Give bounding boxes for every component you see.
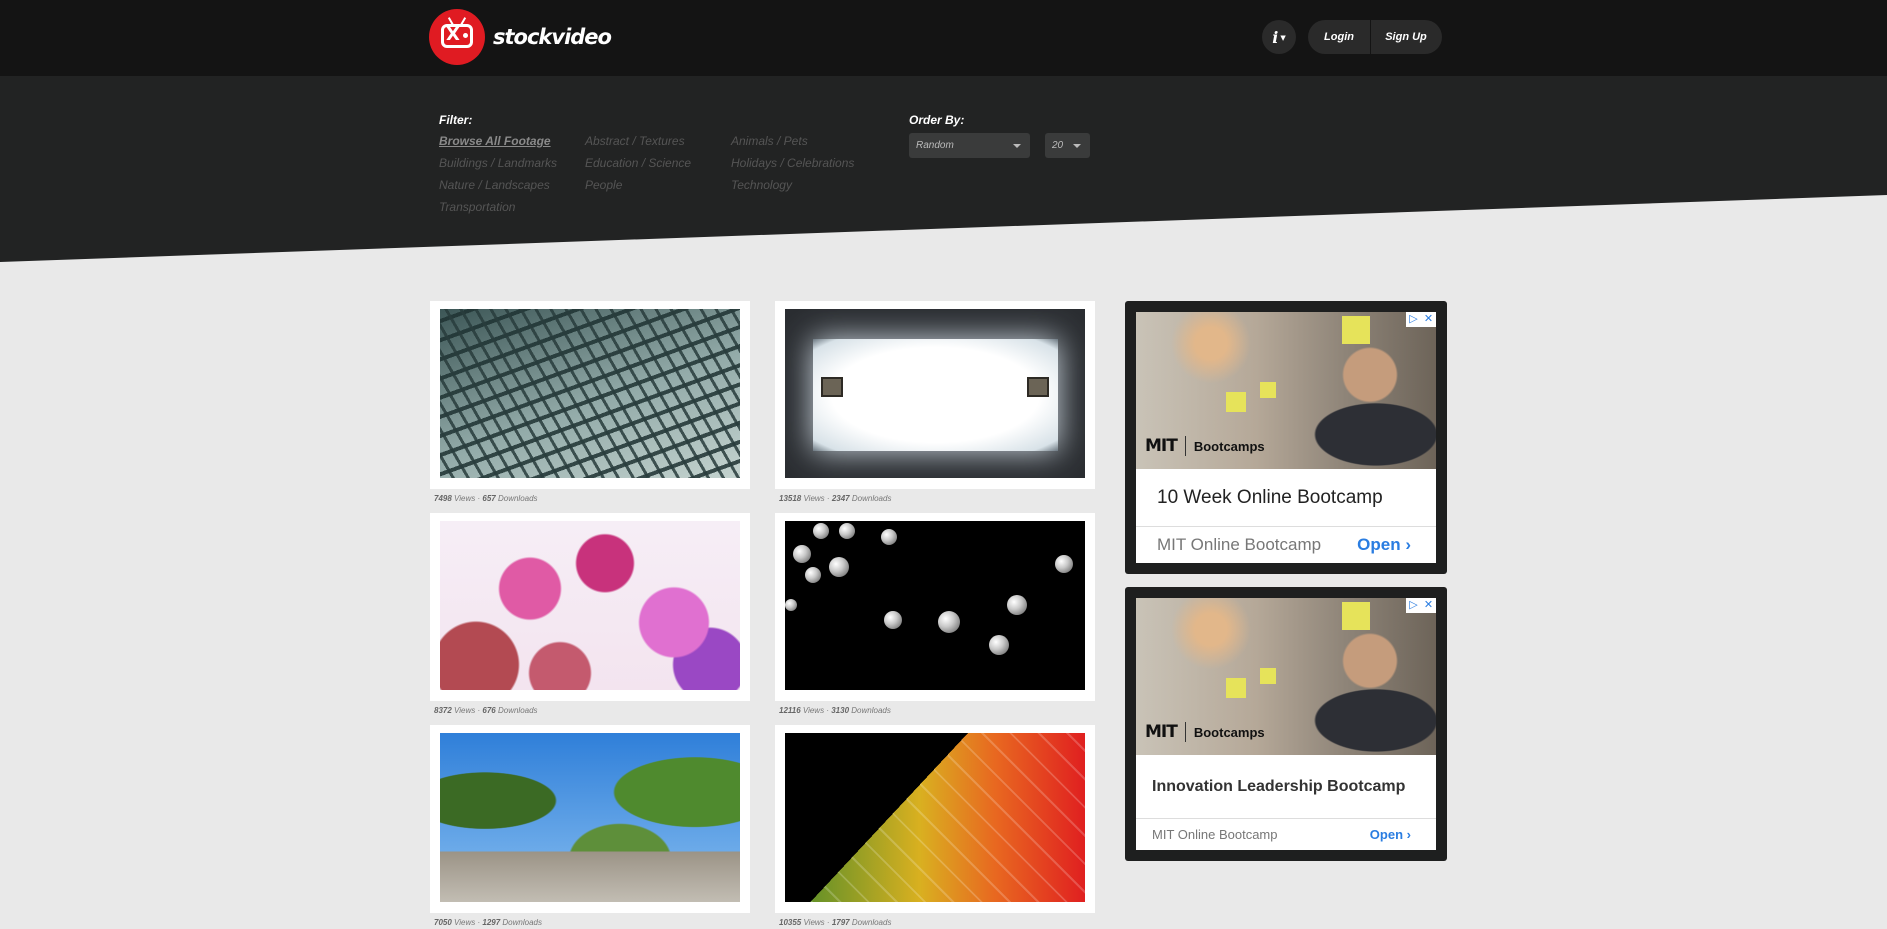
video-card[interactable] <box>430 301 750 489</box>
login-button[interactable]: Login <box>1308 20 1371 54</box>
ad-open-button[interactable]: Open › <box>1370 827 1411 842</box>
results-count-select[interactable]: 20 <box>1045 133 1090 158</box>
ad-brand: MIT Bootcamps <box>1145 436 1265 456</box>
filter-browse-all[interactable]: Browse All Footage <box>439 134 551 148</box>
ad-brand-name: Bootcamps <box>1193 724 1265 740</box>
video-card[interactable] <box>775 725 1095 913</box>
info-icon: i <box>1272 27 1279 47</box>
filter-people[interactable]: People <box>585 178 622 192</box>
adchoices-icon[interactable]: ▷ <box>1406 598 1421 613</box>
chevron-right-icon: › <box>1405 535 1411 554</box>
close-icon[interactable]: ✕ <box>1421 598 1436 613</box>
sort-order-value: Random <box>916 140 954 151</box>
auth-buttons: Login Sign Up <box>1308 20 1442 54</box>
ad-banner: MIT Bootcamps ▷ ✕ Innovation Leadership … <box>1125 587 1447 861</box>
ad-source: MIT Online Bootcamp <box>1152 827 1278 842</box>
filter-holidays-celebrations[interactable]: Holidays / Celebrations <box>731 156 854 170</box>
top-bar: X stockvideo i ▼ Login Sign Up <box>0 0 1887 76</box>
video-card[interactable] <box>775 513 1095 701</box>
ad-image[interactable]: MIT Bootcamps ▷ ✕ <box>1136 598 1436 755</box>
video-stats: 10355 Views · 1797 Downloads <box>779 918 892 927</box>
signup-button[interactable]: Sign Up <box>1371 31 1441 43</box>
video-thumbnail[interactable] <box>440 521 740 690</box>
adchoices-icon[interactable]: ▷ <box>1406 312 1421 327</box>
ad-content[interactable]: MIT Bootcamps ▷ ✕ 10 Week Online Bootcam… <box>1136 312 1436 563</box>
ad-open-button[interactable]: Open › <box>1357 535 1411 555</box>
logo-text: stockvideo <box>493 25 612 49</box>
ad-controls: ▷ ✕ <box>1406 598 1436 613</box>
chevron-right-icon: › <box>1406 827 1411 842</box>
ad-controls: ▷ ✕ <box>1406 312 1436 327</box>
filter-abstract-textures[interactable]: Abstract / Textures <box>585 134 685 148</box>
video-thumbnail[interactable] <box>440 309 740 478</box>
ad-footer[interactable]: MIT Online Bootcamp Open › <box>1136 818 1436 850</box>
filter-transportation[interactable]: Transportation <box>439 200 515 214</box>
video-thumbnail[interactable] <box>440 733 740 902</box>
video-card[interactable] <box>775 301 1095 489</box>
ad-headline[interactable]: 10 Week Online Bootcamp <box>1136 469 1436 526</box>
info-menu-button[interactable]: i ▼ <box>1262 20 1296 54</box>
ad-footer[interactable]: MIT Online Bootcamp Open › <box>1136 526 1436 563</box>
filter-band <box>0 76 1887 262</box>
filter-nature-landscapes[interactable]: Nature / Landscapes <box>439 178 550 192</box>
ad-brand: MIT Bootcamps <box>1145 722 1265 742</box>
ad-banner: MIT Bootcamps ▷ ✕ 10 Week Online Bootcam… <box>1125 301 1447 574</box>
filter-title: Filter: <box>439 113 473 127</box>
mit-logo: MIT <box>1145 722 1178 742</box>
filter-buildings-landmarks[interactable]: Buildings / Landmarks <box>439 156 557 170</box>
video-card[interactable] <box>430 513 750 701</box>
results-count-value: 20 <box>1052 140 1064 151</box>
ad-source: MIT Online Bootcamp <box>1157 535 1322 554</box>
close-icon[interactable]: ✕ <box>1421 312 1436 327</box>
ad-image[interactable]: MIT Bootcamps ▷ ✕ <box>1136 312 1436 469</box>
order-by-title: Order By: <box>909 113 965 127</box>
dropdown-arrow-icon <box>1013 144 1021 148</box>
filter-education-science[interactable]: Education / Science <box>585 156 691 170</box>
dropdown-arrow-icon <box>1073 144 1081 148</box>
ad-brand-name: Bootcamps <box>1193 438 1265 454</box>
video-card[interactable] <box>430 725 750 913</box>
mit-logo: MIT <box>1145 436 1178 456</box>
video-stats: 13518 Views · 2347 Downloads <box>779 494 892 503</box>
tv-logo-icon: X <box>429 9 485 65</box>
site-logo[interactable]: X stockvideo <box>429 9 612 65</box>
video-thumbnail[interactable] <box>785 309 1085 478</box>
filter-technology[interactable]: Technology <box>731 178 792 192</box>
video-stats: 7050 Views · 1297 Downloads <box>434 918 542 927</box>
filter-animals-pets[interactable]: Animals / Pets <box>731 134 808 148</box>
sort-order-select[interactable]: Random <box>909 133 1030 158</box>
video-stats: 8372 Views · 676 Downloads <box>434 706 538 715</box>
video-stats: 7498 Views · 657 Downloads <box>434 494 538 503</box>
video-thumbnail[interactable] <box>785 521 1085 690</box>
ad-content[interactable]: MIT Bootcamps ▷ ✕ Innovation Leadership … <box>1136 598 1436 850</box>
video-stats: 12116 Views · 3130 Downloads <box>779 706 891 715</box>
caret-down-icon: ▼ <box>1280 32 1286 42</box>
ad-headline[interactable]: Innovation Leadership Bootcamp <box>1136 755 1436 818</box>
video-thumbnail[interactable] <box>785 733 1085 902</box>
